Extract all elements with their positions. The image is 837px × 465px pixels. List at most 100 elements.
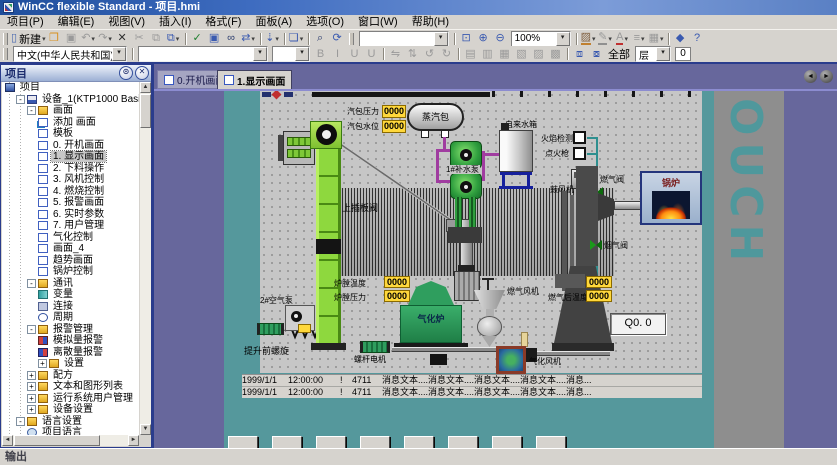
align-bottom-button[interactable]: ▩ [547, 47, 564, 62]
open-button[interactable]: ❐ [46, 31, 63, 46]
screen-button[interactable] [536, 436, 566, 448]
tree-item[interactable]: 0. 开机画面 [2, 140, 139, 152]
chimney-stack[interactable] [576, 166, 598, 266]
drum-pressure-value[interactable]: 0000 [382, 105, 406, 118]
tree-item[interactable]: -设备_1(KTP1000 Basic DP [2, 94, 139, 106]
zoom-region-button[interactable]: ⊡ [458, 31, 475, 46]
layer-value-box[interactable]: 0 [675, 47, 691, 61]
tree-item[interactable]: 画面_4 [2, 243, 139, 255]
screen-button[interactable] [272, 436, 302, 448]
group-button[interactable]: ⧈ [571, 47, 588, 62]
bold-button[interactable]: B [312, 47, 329, 62]
align-center-button[interactable]: ▥ [479, 47, 496, 62]
flip-vertical-button[interactable]: ⇅ [404, 47, 421, 62]
expand-toggle-icon[interactable]: - [27, 106, 36, 115]
screen-button[interactable] [316, 436, 346, 448]
menu-item[interactable]: 窗口(W) [351, 15, 405, 29]
tree-item[interactable]: 3. 风机控制 [2, 174, 139, 186]
expand-toggle-icon[interactable]: - [27, 279, 36, 288]
expand-toggle-icon[interactable]: + [38, 359, 47, 368]
tree-item[interactable]: 趋势画面 [2, 255, 139, 267]
tree-item[interactable]: 2. 下料操作 [2, 163, 139, 175]
expand-toggle-icon[interactable]: + [27, 371, 36, 380]
help-button[interactable]: ? [689, 31, 706, 46]
tree-item[interactable]: 变量 [2, 289, 139, 301]
tree-item[interactable]: 锅炉控制 [2, 266, 139, 278]
tab-next-icon[interactable]: ► [820, 70, 833, 83]
tree-item[interactable]: 周期 [2, 312, 139, 324]
tree-item[interactable]: +设备设置 [2, 404, 139, 416]
tree-item[interactable]: -画面 [2, 105, 139, 117]
expand-toggle-icon[interactable]: + [27, 394, 36, 403]
tree-item[interactable]: 6. 实时参数 [2, 209, 139, 221]
feed-hopper[interactable] [454, 271, 480, 301]
lift-motor[interactable] [257, 323, 284, 335]
tree-item[interactable]: 添加 画面 [2, 117, 139, 129]
align-left-button[interactable]: ▤ [462, 47, 479, 62]
tree-item[interactable]: +文本和图形列表 [2, 381, 139, 393]
menu-item[interactable]: 项目(P) [0, 15, 51, 29]
object-combo[interactable]: ▾ [359, 31, 449, 47]
zoom-in-button[interactable]: ⊕ [475, 31, 492, 46]
copy-button[interactable]: ⧉ [148, 31, 165, 46]
screen-button[interactable] [404, 436, 434, 448]
tree-horizontal-scrollbar[interactable]: ◄ ► [2, 435, 139, 446]
align-right-button[interactable]: ▦ [496, 47, 513, 62]
tab-display-screen[interactable]: 1.显示画面 [217, 70, 292, 89]
menu-item[interactable]: 视图(V) [101, 15, 152, 29]
tree-item[interactable]: 模板 [2, 128, 139, 140]
fill-color-button[interactable]: ▨▾ [580, 31, 597, 46]
drum-level-value[interactable]: 0000 [382, 120, 406, 133]
ungroup-button[interactable]: ⧇ [588, 47, 605, 62]
line-style-button[interactable]: ≡▾ [631, 31, 648, 46]
tree-item[interactable]: 5. 报警画面 [2, 197, 139, 209]
expand-toggle-icon[interactable]: - [16, 417, 25, 426]
hmi-screen[interactable]: 蒸汽包 汽包压力 0000 汽包水位 0000 [224, 91, 784, 448]
generate-button[interactable]: ✓ [189, 31, 206, 46]
titlebar[interactable]: WinCC flexible Standard - 项目.hmi [0, 0, 837, 15]
furnace-temp-value[interactable]: 0000 [384, 276, 410, 288]
rotate-right-button[interactable]: ↻ [438, 47, 455, 62]
gear-box[interactable] [285, 305, 315, 331]
screen-button[interactable] [228, 436, 258, 448]
italic-button[interactable]: I [329, 47, 346, 62]
underline2-button[interactable]: U [363, 47, 380, 62]
menu-item[interactable]: 插入(I) [152, 15, 198, 29]
tree-item[interactable]: +运行系统用户管理 [2, 393, 139, 405]
tree-item[interactable]: -通讯 [2, 278, 139, 290]
save-button[interactable]: ▣ [63, 31, 80, 46]
pen-color-button[interactable]: ✎▾ [597, 31, 614, 46]
output-panel[interactable]: 输出 [0, 448, 837, 465]
table-button[interactable]: ▦▾ [648, 31, 665, 46]
simulate-button[interactable]: ∞ [223, 31, 240, 46]
pin-icon[interactable]: ⊙ [119, 66, 133, 80]
flame-detect-box[interactable] [573, 131, 586, 144]
alarm-view[interactable]: 1999/1/112:00:00!4711消息文本....消息文本....消息文… [242, 374, 702, 398]
font-combo[interactable]: ▾ [138, 46, 268, 62]
align-middle-button[interactable]: ▨ [530, 47, 547, 62]
tree-item[interactable]: 4. 燃烧控制 [2, 186, 139, 198]
zoom-out-button[interactable]: ⊖ [492, 31, 509, 46]
editor-canvas[interactable]: 蒸汽包 汽包压力 0000 汽包水位 0000 [154, 91, 837, 448]
tree-item[interactable]: -语言设置 [2, 416, 139, 428]
screen-button[interactable] [448, 436, 478, 448]
align-top-button[interactable]: ▧ [513, 47, 530, 62]
tree-item[interactable]: 模拟量报警 [2, 335, 139, 347]
gasify-fan[interactable] [496, 346, 526, 374]
gas-temp-value[interactable]: 0000 [586, 276, 612, 288]
menu-item[interactable]: 格式(F) [198, 15, 248, 29]
menu-item[interactable]: 编辑(E) [51, 15, 102, 29]
screw-motor[interactable] [360, 341, 390, 353]
screen-button[interactable] [360, 436, 390, 448]
window-button[interactable]: ❏▾ [288, 31, 305, 46]
igniter-box[interactable] [573, 147, 586, 160]
menu-item[interactable]: 帮助(H) [405, 15, 456, 29]
undo-button[interactable]: ↶▾ [80, 31, 97, 46]
delete-button[interactable]: ✕ [114, 31, 131, 46]
furnace-press-value[interactable]: 0000 [384, 290, 410, 302]
tree-item[interactable]: 7. 用户管理 [2, 220, 139, 232]
tree-item[interactable]: 项目语言 [2, 427, 139, 435]
tree-item[interactable]: +设置 [2, 358, 139, 370]
close-icon[interactable]: ✕ [135, 66, 149, 80]
menu-item[interactable]: 面板(A) [248, 15, 299, 29]
